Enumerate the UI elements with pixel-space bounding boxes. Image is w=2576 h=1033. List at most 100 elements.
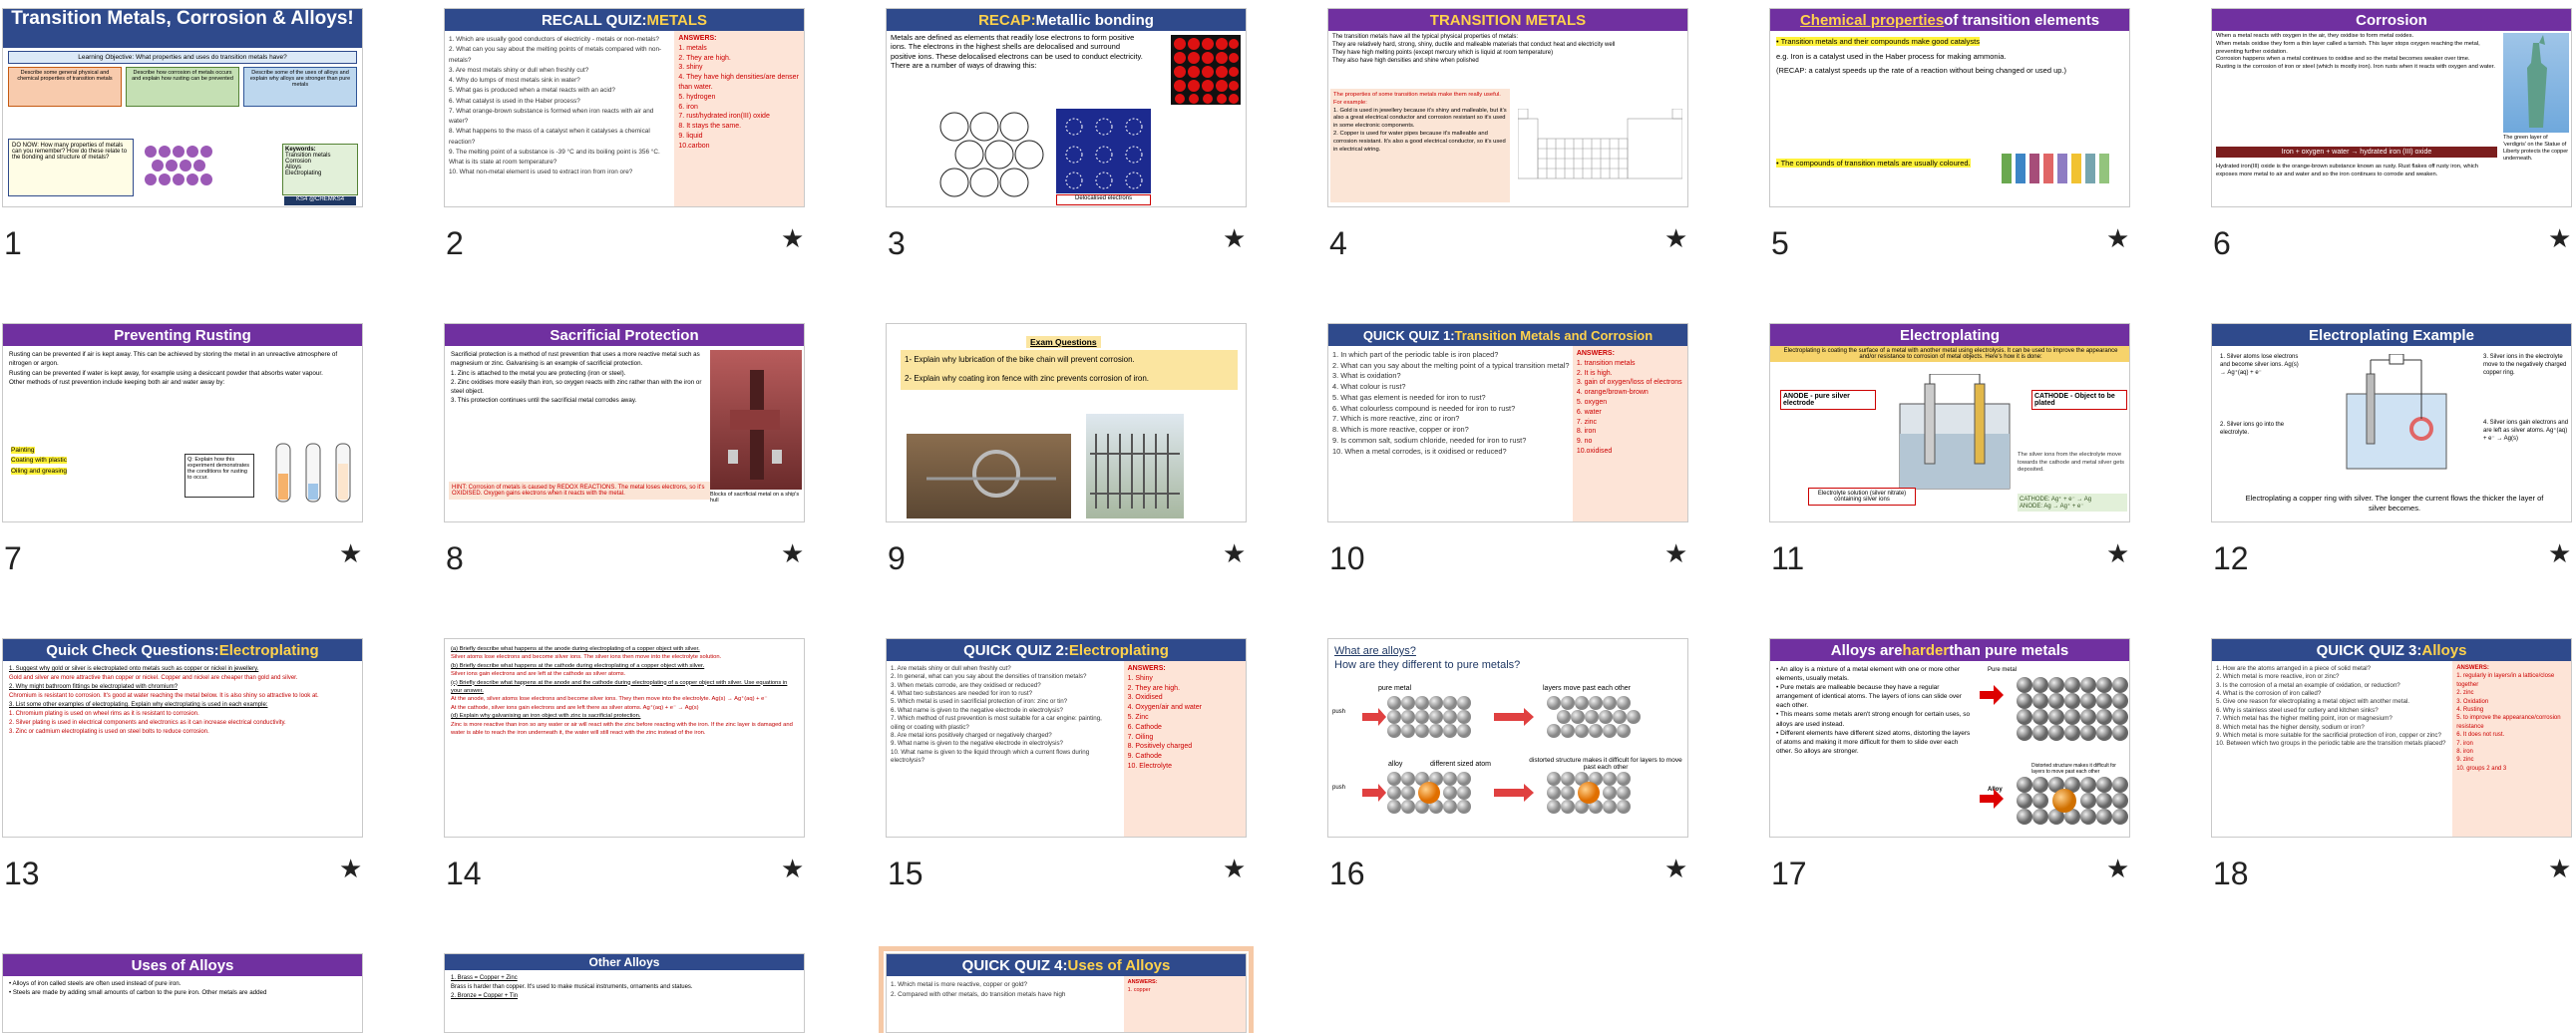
slide-sorter-grid: Transition Metals, Corrosion & Alloys! L… bbox=[0, 0, 2576, 1033]
slide-thumbnail-12[interactable]: Electroplating Example 1. Silver atoms l… bbox=[2211, 323, 2572, 522]
slide-thumbnail-13[interactable]: Quick Check Questions: Electroplating 1.… bbox=[2, 638, 363, 838]
slide-number: 8 bbox=[446, 540, 464, 576]
slide-14-text: (a) Briefly describe what happens at the… bbox=[451, 646, 793, 736]
slide-19-title: Uses of Alloys bbox=[3, 954, 362, 976]
slide-thumbnail-8[interactable]: Sacrificial Protection Sacrificial prote… bbox=[444, 323, 805, 522]
slide-1-lattice-image bbox=[145, 146, 212, 185]
star-icon[interactable]: ★ bbox=[1223, 856, 1246, 881]
slide-4-examples: The properties of some transition metals… bbox=[1330, 89, 1510, 202]
slide-number: 14 bbox=[446, 856, 482, 891]
slide-thumbnail-15[interactable]: QUICK QUIZ 2: Electroplating 1. Are meta… bbox=[886, 638, 1247, 838]
star-icon[interactable]: ★ bbox=[2548, 540, 2571, 566]
slide-11-solution: Electrolyte solution (silver nitrate) co… bbox=[1808, 488, 1916, 506]
slide-thumbnail-10[interactable]: QUICK QUIZ 1: Transition Metals and Corr… bbox=[1327, 323, 1688, 522]
star-icon[interactable]: ★ bbox=[2106, 225, 2129, 251]
slide-17-atom-diagram bbox=[1980, 677, 2128, 825]
slide-number: 11 bbox=[1771, 540, 1805, 576]
slide-cell-16: What are alloys? How are they different … bbox=[1327, 630, 1770, 929]
slide-cell-14: (a) Briefly describe what happens at the… bbox=[444, 630, 887, 929]
slide-2-answers: ANSWERS: 1. metals 2. They are high. 3. sh… bbox=[674, 31, 804, 206]
slide-thumbnail-9[interactable]: Exam Questions 1- Explain why lubricatio… bbox=[886, 323, 1247, 522]
slide-1-title: Transition Metals, Corrosion & Alloys! bbox=[3, 9, 362, 48]
slide-thumbnail-18[interactable]: QUICK QUIZ 3: Alloys 1. How are the atom… bbox=[2211, 638, 2572, 838]
slide-cell-15: QUICK QUIZ 2: Electroplating 1. Are meta… bbox=[886, 630, 1328, 929]
slide-16-label-layers: layers move past each other bbox=[1543, 685, 1631, 692]
slide-5-text: • Transition metals and their compounds … bbox=[1776, 37, 2067, 75]
star-icon[interactable]: ★ bbox=[339, 540, 362, 566]
slide-1-box-2: Describe how corrosion of metals occurs … bbox=[126, 67, 239, 107]
star-icon[interactable]: ★ bbox=[2106, 540, 2129, 566]
slide-thumbnail-2[interactable]: RECALL QUIZ: METALS 1. Which are usually… bbox=[444, 8, 805, 207]
slide-thumbnail-1[interactable]: Transition Metals, Corrosion & Alloys! L… bbox=[2, 8, 363, 207]
slide-3-title: RECAP: Metallic bonding bbox=[887, 9, 1246, 31]
slide-5-coloured: • The compounds of transition metals are… bbox=[1776, 159, 1971, 168]
star-icon[interactable]: ★ bbox=[1664, 225, 1687, 251]
slide-7-question: Q: Explain how this experiment demonstra… bbox=[184, 454, 254, 498]
slide-cell-4: TRANSITION METALS The transition metals … bbox=[1327, 0, 1770, 299]
slide-thumbnail-3[interactable]: RECAP: Metallic bonding Metals are defin… bbox=[886, 8, 1247, 207]
slide-number: 15 bbox=[888, 856, 923, 891]
star-icon[interactable]: ★ bbox=[2106, 856, 2129, 881]
slide-thumbnail-11[interactable]: Electroplating Electroplating is coating… bbox=[1769, 323, 2130, 522]
slide-12-title: Electroplating Example bbox=[2212, 324, 2571, 346]
slide-5-title: Chemical properties of transition elemen… bbox=[1770, 9, 2129, 31]
slide-12-step-4: 4. Silver ions gain electrons and are le… bbox=[2483, 420, 2569, 442]
slide-15-answers: ANSWERS: 1. Shiny 2. They are high. 3. Oxi… bbox=[1123, 661, 1246, 837]
slide-6-equation: Iron + oxygen + water → hydrated iron (I… bbox=[2216, 147, 2497, 158]
slide-thumbnail-4[interactable]: TRANSITION METALS The transition metals … bbox=[1327, 8, 1688, 207]
slide-16-push-label: push bbox=[1332, 709, 1346, 715]
slide-11-intro: Electroplating is coating the surface of… bbox=[1770, 346, 2129, 362]
slide-cell-13: Quick Check Questions: Electroplating 1.… bbox=[2, 630, 445, 929]
slide-thumbnail-21[interactable]: QUICK QUIZ 4: Uses of Alloys 1. Which me… bbox=[879, 946, 1254, 1033]
star-icon[interactable]: ★ bbox=[1664, 540, 1687, 566]
slide-16-label-pure: pure metal bbox=[1378, 685, 1412, 692]
star-icon[interactable]: ★ bbox=[781, 225, 804, 251]
slide-number: 10 bbox=[1329, 540, 1365, 576]
slide-thumbnail-7[interactable]: Preventing Rusting Rusting can be preven… bbox=[2, 323, 363, 522]
slide-cell-2: RECALL QUIZ: METALS 1. Which are usually… bbox=[444, 0, 887, 299]
slide-cell-7: Preventing Rusting Rusting can be preven… bbox=[2, 315, 445, 614]
slide-number: 2 bbox=[446, 225, 464, 261]
slide-12-step-2: 2. Silver ions go into the electrolyte. bbox=[2220, 422, 2285, 436]
slide-thumbnail-19[interactable]: Uses of Alloys • Alloys of iron called s… bbox=[2, 953, 363, 1033]
slide-cell-5: Chemical properties of transition elemen… bbox=[1769, 0, 2212, 299]
star-icon[interactable]: ★ bbox=[2548, 856, 2571, 881]
star-icon[interactable]: ★ bbox=[781, 540, 804, 566]
star-icon[interactable]: ★ bbox=[339, 856, 362, 881]
slide-11-beaker-diagram bbox=[1899, 374, 2011, 490]
slide-3-caption: Delocalised electrons bbox=[1056, 194, 1151, 205]
star-icon[interactable]: ★ bbox=[2548, 225, 2571, 251]
slide-1-footer: KS4 @CHEMKS4 bbox=[284, 196, 356, 205]
slide-number: 1 bbox=[4, 225, 22, 261]
slide-thumbnail-5[interactable]: Chemical properties of transition elemen… bbox=[1769, 8, 2130, 207]
star-icon[interactable]: ★ bbox=[781, 856, 804, 881]
keyword: Electroplating bbox=[285, 171, 322, 176]
slide-8-title: Sacrificial Protection bbox=[445, 324, 804, 346]
slide-19-text: • Alloys of iron called steels are often… bbox=[9, 980, 267, 996]
slide-20-title: Other Alloys bbox=[445, 954, 804, 970]
slide-1-keywords: Keywords: Transition metals Corrosion Al… bbox=[282, 144, 358, 195]
star-icon[interactable]: ★ bbox=[1664, 856, 1687, 881]
slide-17-label-pure: Pure metal bbox=[1988, 667, 2018, 673]
slide-17-text: • An alloy is a mixture of a metal eleme… bbox=[1776, 666, 1971, 755]
slide-thumbnail-20[interactable]: Other Alloys 1. Brass = Copper + Zinc Bra… bbox=[444, 953, 805, 1033]
slide-cell-9: Exam Questions 1- Explain why lubricatio… bbox=[886, 315, 1328, 614]
slide-number: 6 bbox=[2213, 225, 2231, 261]
slide-thumbnail-16[interactable]: What are alloys? How are they different … bbox=[1327, 638, 1688, 838]
slide-cell-11: Electroplating Electroplating is coating… bbox=[1769, 315, 2212, 614]
slide-6-statue-image bbox=[2503, 33, 2569, 133]
slide-3-blue-diagram bbox=[1056, 109, 1151, 193]
star-icon[interactable]: ★ bbox=[1223, 540, 1246, 566]
slide-thumbnail-14[interactable]: (a) Briefly describe what happens at the… bbox=[444, 638, 805, 838]
slide-thumbnail-6[interactable]: Corrosion When a metal reacts with oxyge… bbox=[2211, 8, 2572, 207]
slide-number: 4 bbox=[1329, 225, 1347, 261]
slide-13-text: 1. Suggest why gold or silver is electro… bbox=[9, 666, 319, 735]
slide-4-periodic-table bbox=[1518, 109, 1682, 179]
slide-number: 3 bbox=[888, 225, 906, 261]
slide-11-cathode: CATHODE - Object to be plated bbox=[2031, 390, 2127, 410]
slide-16-label-alloy: alloy bbox=[1388, 761, 1403, 768]
slide-5-test-tubes bbox=[2002, 154, 2109, 183]
star-icon[interactable]: ★ bbox=[1223, 225, 1246, 251]
slide-thumbnail-17[interactable]: Alloys are harder than pure metals • An … bbox=[1769, 638, 2130, 838]
slide-cell-10: QUICK QUIZ 1: Transition Metals and Corr… bbox=[1327, 315, 1770, 614]
